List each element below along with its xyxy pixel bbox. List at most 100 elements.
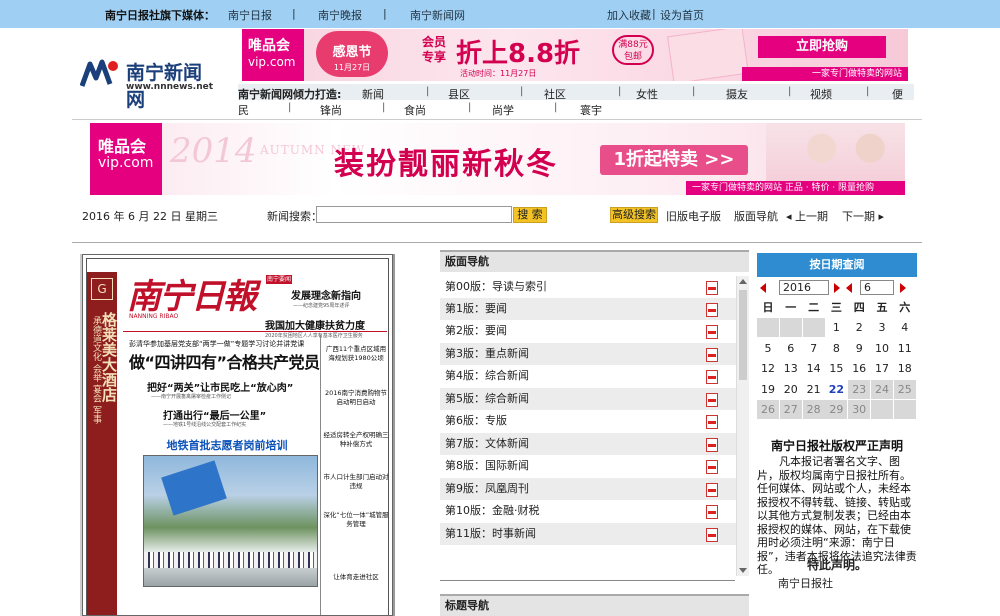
calendar-day[interactable]: 12 [757,359,779,379]
set-homepage-link[interactable]: 设为首页 [660,7,704,23]
board-nav-scrollbar[interactable] [736,276,749,576]
calendar-day[interactable]: 1 [825,318,848,338]
pdf-icon[interactable] [706,281,718,295]
search-button[interactable]: 搜 索 [513,207,547,223]
calendar-day[interactable]: 9 [848,338,871,358]
calendar-day[interactable]: 4 [893,318,916,338]
pdf-icon[interactable] [706,460,718,474]
calendar-day[interactable]: 30 [848,400,871,419]
board-item[interactable]: 第4版：综合新闻 [440,365,736,387]
next-month-icon[interactable] [900,283,906,293]
month-select[interactable]: 6 [860,280,894,295]
calendar-day[interactable]: 16 [848,359,871,379]
pdf-icon[interactable] [706,303,718,317]
calendar-day[interactable]: 19 [757,379,779,399]
prev-year-icon[interactable] [760,283,766,293]
board-item[interactable]: 第7版：文体新闻 [440,433,736,455]
pdf-icon[interactable] [706,325,718,339]
calendar-day[interactable]: 10 [871,338,893,358]
next-issue-link[interactable]: 下一期 ▸ [842,208,884,224]
pdf-icon[interactable] [706,393,718,407]
link-nanning-evening[interactable]: 南宁晚报 [318,7,362,23]
nav-item-world[interactable]: 寰宇 [580,102,602,118]
calendar-day[interactable]: 21 [802,379,825,399]
prev-month-icon[interactable] [846,283,852,293]
calendar-day[interactable]: 26 [757,400,779,419]
pdf-icon[interactable] [706,483,718,497]
calendar-day[interactable]: 5 [757,338,779,358]
calendar-day[interactable]: 6 [779,338,802,358]
previous-issue-link[interactable]: ◂ 上一期 [786,208,828,224]
board-item[interactable]: 第8版：国际新闻 [440,455,736,477]
calendar-day[interactable]: 24 [871,379,893,399]
photo-headline[interactable]: 地铁首批志愿者岗前培训 [137,437,317,453]
scroll-up-icon[interactable] [739,279,747,284]
autumn-banner-ad[interactable]: 唯品会 vip.com 2014 AUTUMN NEW 装扮靓丽新秋冬 1折起特… [90,123,905,195]
calendar-day[interactable]: 29 [825,400,848,419]
calendar-day[interactable]: 28 [802,400,825,419]
pdf-icon[interactable] [706,348,718,362]
calendar-day[interactable]: 22 [825,379,848,399]
pdf-icon[interactable] [706,528,718,542]
side-story[interactable]: 经适房转全产权明确三种补偿方式 [323,431,389,449]
story-headline[interactable]: 把好“两关”让市民吃上“放心肉” [147,379,293,394]
nav-item-convenience-cont[interactable]: 民 [238,102,249,118]
weekday-header: 二 [802,298,825,317]
calendar-day[interactable]: 3 [871,318,893,338]
pdf-icon[interactable] [706,415,718,429]
page-nav-link[interactable]: 版面导航 [734,208,778,224]
side-story[interactable]: 2016南宁消费购物节启动明日启动 [323,389,389,407]
calendar-day[interactable]: 14 [802,359,825,379]
board-item[interactable]: 第1版：要闻 [440,298,736,320]
lead-headline[interactable]: 做“四讲四有”合格共产党员 [129,349,320,373]
ad-sale-button[interactable]: 1折起特卖 >> [600,145,748,175]
pdf-icon[interactable] [706,370,718,384]
board-item[interactable]: 第9版：凤凰周刊 [440,478,736,500]
news-search-input[interactable] [316,206,512,223]
volunteers-photo[interactable] [143,455,318,587]
calendar-day[interactable]: 15 [825,359,848,379]
calendar-day[interactable]: 13 [779,359,802,379]
calendar-day[interactable]: 2 [848,318,871,338]
nav-item-fashion[interactable]: 锋尚 [320,102,342,118]
pdf-icon[interactable] [706,505,718,519]
scroll-down-icon[interactable] [739,568,747,573]
calendar-day[interactable]: 18 [893,359,916,379]
side-story[interactable]: 市人口计生部门启动对违规 [323,473,389,491]
calendar-day[interactable]: 11 [893,338,916,358]
site-logo[interactable]: 南宁新闻网 www.nnnews.net [80,58,220,111]
calendar-day[interactable]: 8 [825,338,848,358]
pdf-icon[interactable] [706,438,718,452]
board-item[interactable]: 第10版：金融·财税 [440,500,736,522]
calendar-day[interactable]: 25 [893,379,916,399]
next-year-icon[interactable] [834,283,840,293]
calendar-day[interactable]: 17 [871,359,893,379]
board-item[interactable]: 第6版：专版 [440,410,736,432]
old-edition-link[interactable]: 旧版电子版 [666,208,721,224]
board-item[interactable]: 第3版：重点新闻 [440,343,736,365]
calendar-day[interactable]: 7 [802,338,825,358]
scroll-thumb[interactable] [739,290,747,380]
calendar-day[interactable]: 20 [779,379,802,399]
board-item[interactable]: 第11版：时事新闻 [440,523,736,545]
board-item[interactable]: 第2版：要闻 [440,320,736,342]
top-banner-ad[interactable]: 唯品会 vip.com 感恩节 11月27日 会员专享 折上8.8折 满88元包… [242,29,908,81]
nav-item-education[interactable]: 尚学 [492,102,514,118]
board-item[interactable]: 第5版：综合新闻 [440,388,736,410]
nav-item-food[interactable]: 食尚 [404,102,426,118]
board-item[interactable]: 第00版：导读与索引 [440,276,736,298]
calendar-day[interactable]: 27 [779,400,802,419]
story-headline[interactable]: 打通出行“最后一公里” [163,407,266,422]
hotel-logo-icon: G [91,278,113,300]
year-select[interactable]: 2016 [779,280,829,295]
link-nanning-daily[interactable]: 南宁日报 [228,7,272,23]
calendar-day[interactable]: 23 [848,379,871,399]
advanced-search-button[interactable]: 高级搜索 [610,207,658,223]
link-nanning-news[interactable]: 南宁新闻网 [410,7,465,23]
add-favorite-link[interactable]: 加入收藏 [607,7,651,23]
ad-buy-now-button[interactable]: 立即抢购 [758,36,886,58]
side-story[interactable]: 让体育走进社区 [323,573,389,582]
side-story[interactable]: 深化“七位一体”城管服务管理 [323,511,389,529]
newspaper-page-image[interactable]: G 承德道文化 会举 宴会 军事 格莱美大酒店 南宁日報 NANNING RIB… [82,254,393,616]
side-story[interactable]: 广西11个重点区域用海规划获1980公顷 [323,345,389,363]
